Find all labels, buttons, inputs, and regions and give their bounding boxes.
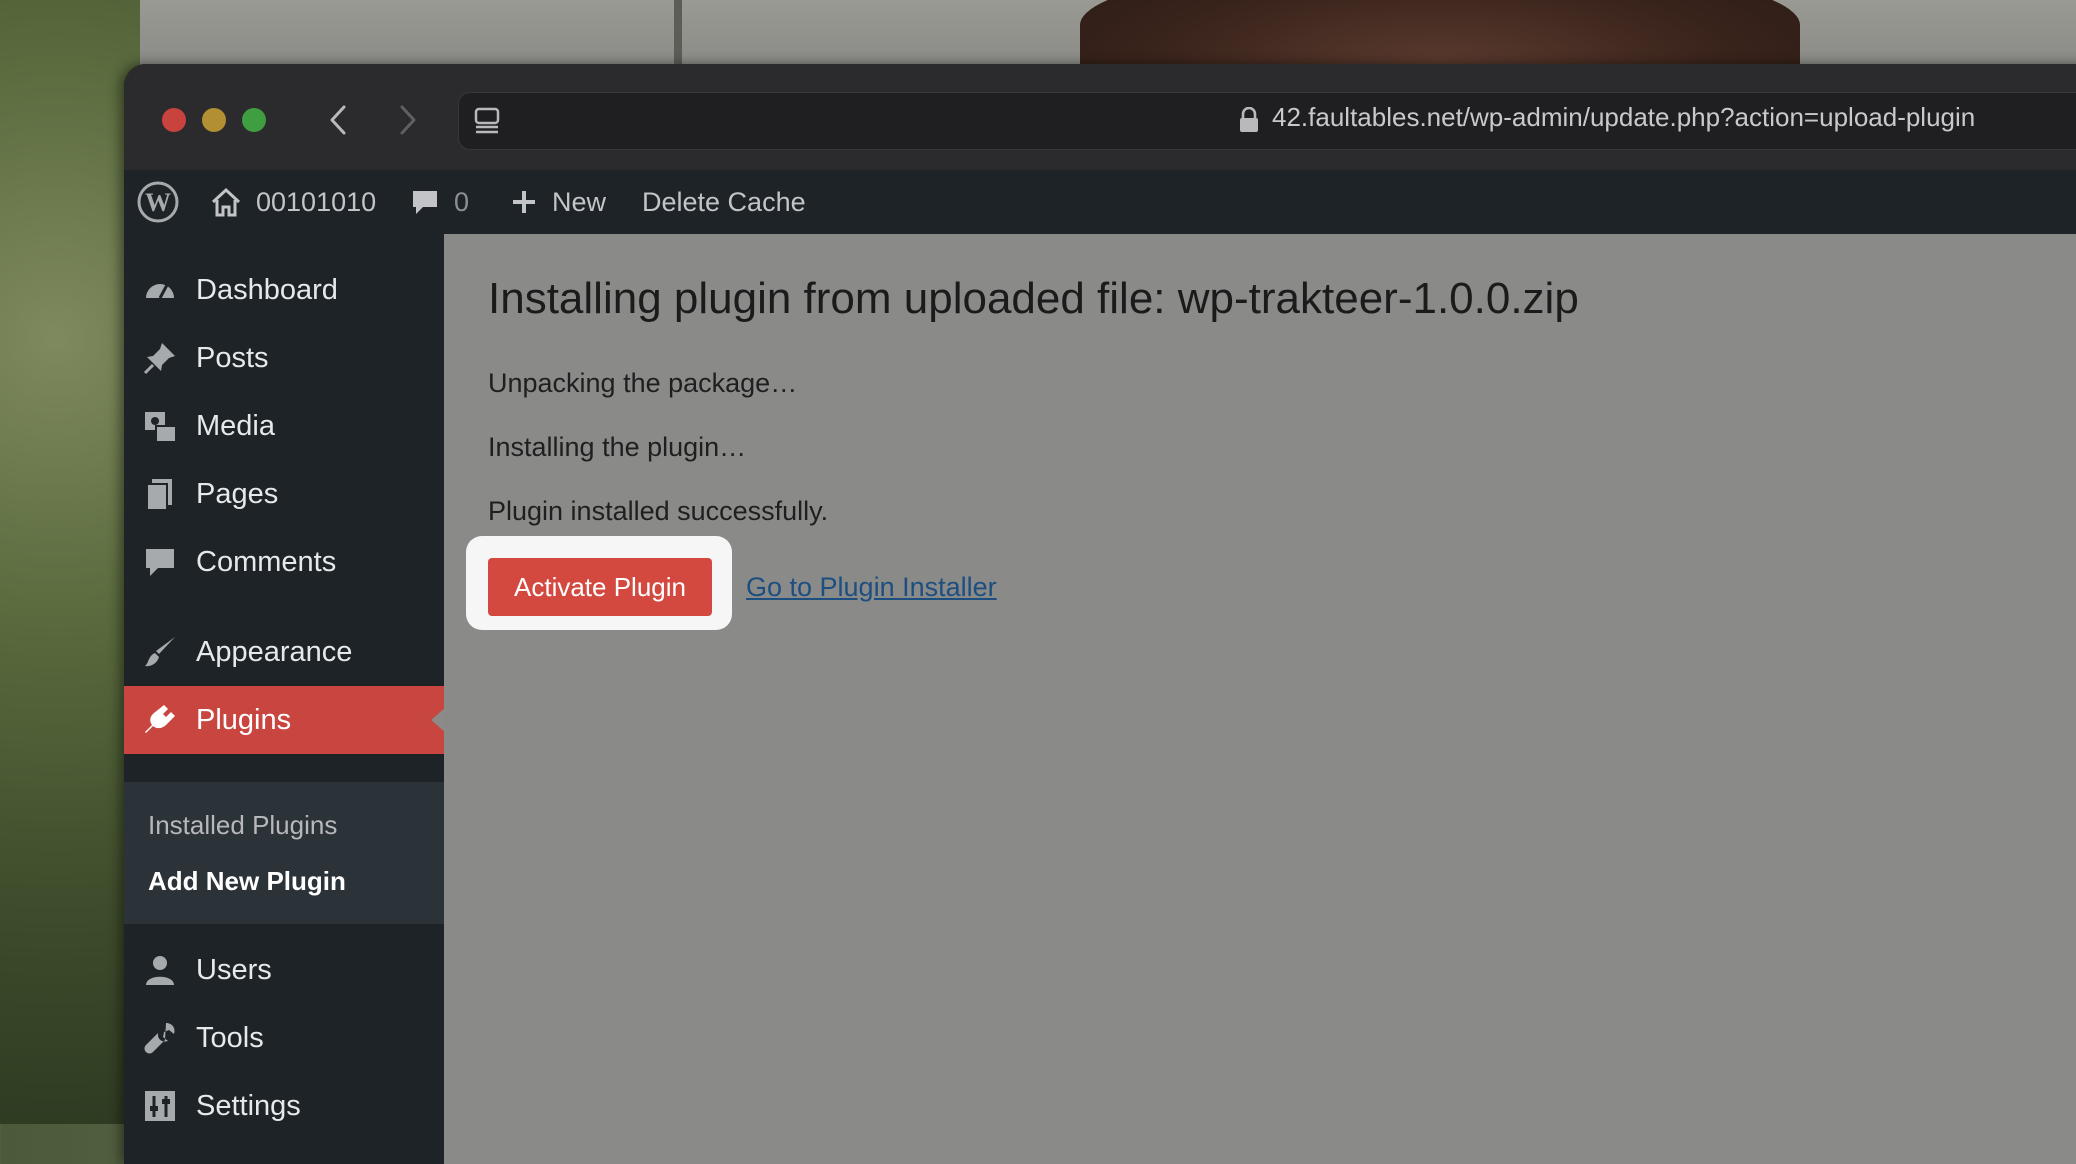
admin-side-menu: Dashboard Posts Media Pages Comments App…	[124, 234, 445, 1164]
menu-item-pages[interactable]: Pages	[124, 460, 444, 528]
svg-text:W: W	[145, 188, 171, 217]
wordpress-logo-button[interactable]: W	[136, 170, 180, 234]
menu-item-comments[interactable]: Comments	[124, 528, 444, 596]
site-name: 00101010	[256, 186, 377, 217]
comments-count: 0	[454, 186, 470, 217]
submenu-add-new-plugin[interactable]: Add New Plugin	[148, 866, 346, 897]
menu-label-users: Users	[196, 953, 272, 986]
forward-button[interactable]	[390, 102, 426, 138]
menu-label-plugins: Plugins	[196, 703, 292, 736]
delete-cache-button[interactable]: Delete Cache	[642, 170, 806, 234]
menu-label-tools: Tools	[196, 1021, 264, 1054]
chevron-left-icon	[330, 105, 346, 135]
menu-item-posts[interactable]: Posts	[124, 324, 444, 392]
background-pole	[674, 0, 682, 64]
active-menu-indicator	[431, 708, 445, 732]
menu-label-posts: Posts	[196, 341, 269, 374]
minimize-window-button[interactable]	[202, 108, 226, 132]
url-text[interactable]: 42.faultables.net/wp-admin/update.php?ac…	[1272, 102, 1975, 133]
site-name-link[interactable]: 00101010	[210, 170, 376, 234]
brush-icon	[145, 637, 175, 667]
menu-label-settings: Settings	[196, 1089, 301, 1122]
menu-item-dashboard[interactable]: Dashboard	[124, 256, 444, 324]
chevron-right-icon	[400, 105, 416, 135]
tab-overview-icon[interactable]	[469, 102, 505, 138]
wordpress-logo-icon: W	[137, 181, 179, 223]
browser-window: 42.faultables.net/wp-admin/update.php?ac…	[124, 64, 2076, 1164]
media-icon	[145, 412, 177, 443]
menu-item-plugins[interactable]: Plugins	[124, 686, 445, 754]
lock-icon	[1240, 107, 1258, 132]
menu-item-appearance[interactable]: Appearance	[124, 618, 444, 686]
home-icon	[211, 187, 241, 217]
new-content-button[interactable]: New	[510, 170, 606, 234]
background-foliage	[0, 0, 140, 1124]
menu-item-settings[interactable]: Settings	[124, 1072, 444, 1140]
user-icon	[146, 956, 174, 985]
wrench-icon	[144, 1023, 175, 1054]
menu-label-pages: Pages	[196, 477, 279, 510]
status-installing: Installing the plugin…	[488, 432, 747, 462]
settings-icon	[145, 1091, 175, 1121]
activate-plugin-button[interactable]: Activate Plugin	[488, 558, 712, 616]
menu-item-media[interactable]: Media	[124, 392, 444, 460]
zoom-window-button[interactable]	[242, 108, 266, 132]
status-success: Plugin installed successfully.	[488, 496, 829, 526]
menu-label-dashboard: Dashboard	[196, 273, 338, 306]
status-unpacking: Unpacking the package…	[488, 368, 798, 398]
menu-item-users[interactable]: Users	[124, 936, 444, 1004]
menu-item-tools[interactable]: Tools	[124, 1004, 444, 1072]
plug-icon	[145, 705, 175, 733]
close-window-button[interactable]	[162, 108, 186, 132]
main-content: Installing plugin from uploaded file: wp…	[444, 234, 2076, 1164]
pin-icon	[143, 343, 175, 375]
menu-label-appearance: Appearance	[196, 635, 353, 668]
menu-label-comments: Comments	[196, 545, 337, 578]
new-label: New	[552, 186, 607, 217]
menu-label-media: Media	[196, 409, 275, 442]
go-to-plugin-installer-link[interactable]: Go to Plugin Installer	[746, 572, 997, 603]
browser-toolbar: 42.faultables.net/wp-admin/update.php?ac…	[124, 64, 2076, 171]
comments-link[interactable]: 0	[410, 170, 469, 234]
back-button[interactable]	[320, 102, 356, 138]
wp-admin-bar: W 00101010 0 New Delete Cache	[124, 170, 2076, 234]
comment-icon	[146, 549, 174, 576]
dashboard-icon	[146, 284, 174, 299]
pages-icon	[146, 479, 172, 511]
submenu-installed-plugins[interactable]: Installed Plugins	[148, 810, 337, 841]
comment-bubble-icon	[413, 191, 437, 214]
plus-icon	[513, 191, 535, 213]
page-title: Installing plugin from uploaded file: wp…	[488, 274, 1579, 323]
plugins-submenu: Installed Plugins Add New Plugin	[124, 782, 444, 924]
